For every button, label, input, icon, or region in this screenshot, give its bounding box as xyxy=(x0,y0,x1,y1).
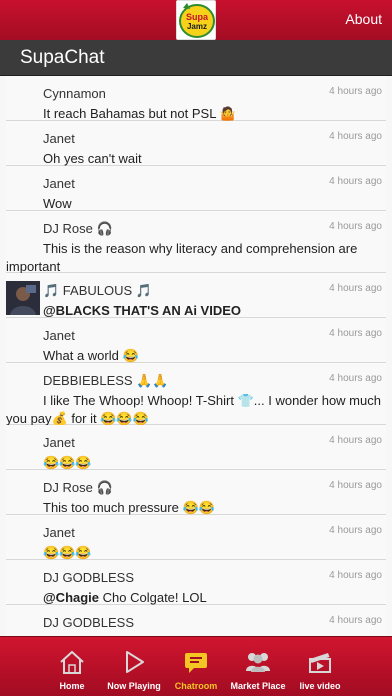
chat-message: Janet 4 hours ago 😂😂😂 xyxy=(6,515,386,560)
svg-text:Supa: Supa xyxy=(186,12,209,22)
message-time: 4 hours ago xyxy=(329,86,382,97)
message-mention[interactable]: @Chagie xyxy=(43,590,99,605)
chat-message: DJ Rose 🎧 4 hours ago This too much pres… xyxy=(6,470,386,515)
tab-label: Home xyxy=(59,681,85,691)
tab-market-place[interactable]: Market Place xyxy=(228,637,288,697)
page-title: SupaChat xyxy=(20,47,105,68)
clapperboard-icon xyxy=(309,653,331,673)
message-author[interactable]: Janet xyxy=(43,131,75,146)
chat-message: DJ GODBLESS 4 hours ago xyxy=(6,605,386,636)
chat-message: Janet 4 hours ago Oh yes can't wait xyxy=(6,121,386,166)
message-author[interactable]: DJ Rose 🎧 xyxy=(43,480,113,496)
svg-text:Jamz: Jamz xyxy=(187,22,207,31)
message-time: 4 hours ago xyxy=(329,176,382,187)
message-author[interactable]: DJ Rose 🎧 xyxy=(43,221,113,237)
tab-now-playing[interactable]: Now Playing xyxy=(104,637,164,697)
tab-live-video[interactable]: live video xyxy=(294,637,346,697)
play-icon xyxy=(126,651,144,673)
bottom-tab-bar: Home Now Playing Chatroom Market Place l… xyxy=(0,636,392,696)
tab-label: Now Playing xyxy=(107,681,161,691)
people-icon xyxy=(246,653,270,672)
chat-message: Cynnamon 4 hours ago It reach Bahamas bu… xyxy=(6,76,386,121)
chat-message: DJ GODBLESS 4 hours ago @Chagie Cho Colg… xyxy=(6,560,386,605)
tab-label: Market Place xyxy=(230,681,286,691)
chat-message: DEBBIEBLESS 🙏🙏 4 hours ago I like The Wh… xyxy=(6,363,386,426)
message-author[interactable]: DJ GODBLESS xyxy=(43,615,134,630)
page-title-bar: SupaChat xyxy=(0,40,392,76)
message-author[interactable]: Janet xyxy=(43,176,75,191)
app-header: Supa Jamz About xyxy=(0,0,392,40)
tab-label: live video xyxy=(299,681,341,691)
chat-message: Janet 4 hours ago 😂😂😂 xyxy=(6,425,386,470)
message-text: This is the reason why literacy and comp… xyxy=(6,241,358,274)
message-time: 4 hours ago xyxy=(329,480,382,491)
message-author[interactable]: Cynnamon xyxy=(43,86,106,101)
user-avatar[interactable] xyxy=(6,281,40,315)
chat-message: Janet 4 hours ago Wow xyxy=(6,166,386,211)
message-time: 4 hours ago xyxy=(329,373,382,384)
message-author[interactable]: 🎵 FABULOUS 🎵 xyxy=(43,283,152,299)
app-logo[interactable]: Supa Jamz xyxy=(176,0,216,40)
about-link[interactable]: About xyxy=(345,11,382,27)
message-time: 4 hours ago xyxy=(329,615,382,626)
chat-list[interactable]: Cynnamon 4 hours ago It reach Bahamas bu… xyxy=(0,76,392,636)
tab-chatroom[interactable]: Chatroom xyxy=(170,637,222,697)
message-time: 4 hours ago xyxy=(329,221,382,232)
message-time: 4 hours ago xyxy=(329,283,382,294)
message-author[interactable]: Janet xyxy=(43,328,75,343)
message-time: 4 hours ago xyxy=(329,131,382,142)
message-time: 4 hours ago xyxy=(329,570,382,581)
chat-message: Janet 4 hours ago What a world 😂 xyxy=(6,318,386,363)
chat-message: 🎵 FABULOUS 🎵 4 hours ago @BLACKS THAT'S … xyxy=(6,273,386,318)
chat-bubble-icon xyxy=(185,653,207,673)
message-author[interactable]: DJ GODBLESS xyxy=(43,570,134,585)
message-time: 4 hours ago xyxy=(329,525,382,536)
tab-home[interactable]: Home xyxy=(46,637,98,697)
message-author[interactable]: DEBBIEBLESS 🙏🙏 xyxy=(43,373,169,389)
home-icon xyxy=(60,650,84,674)
message-text-body: Cho Colgate! LOL xyxy=(99,590,207,605)
message-time: 4 hours ago xyxy=(329,435,382,446)
message-author[interactable]: Janet xyxy=(43,525,75,540)
message-text: I like The Whoop! Whoop! T-Shirt 👕... I … xyxy=(6,393,381,426)
chat-message: DJ Rose 🎧 4 hours ago This is the reason… xyxy=(6,211,386,274)
tab-label: Chatroom xyxy=(174,681,218,691)
message-time: 4 hours ago xyxy=(329,328,382,339)
message-author[interactable]: Janet xyxy=(43,435,75,450)
